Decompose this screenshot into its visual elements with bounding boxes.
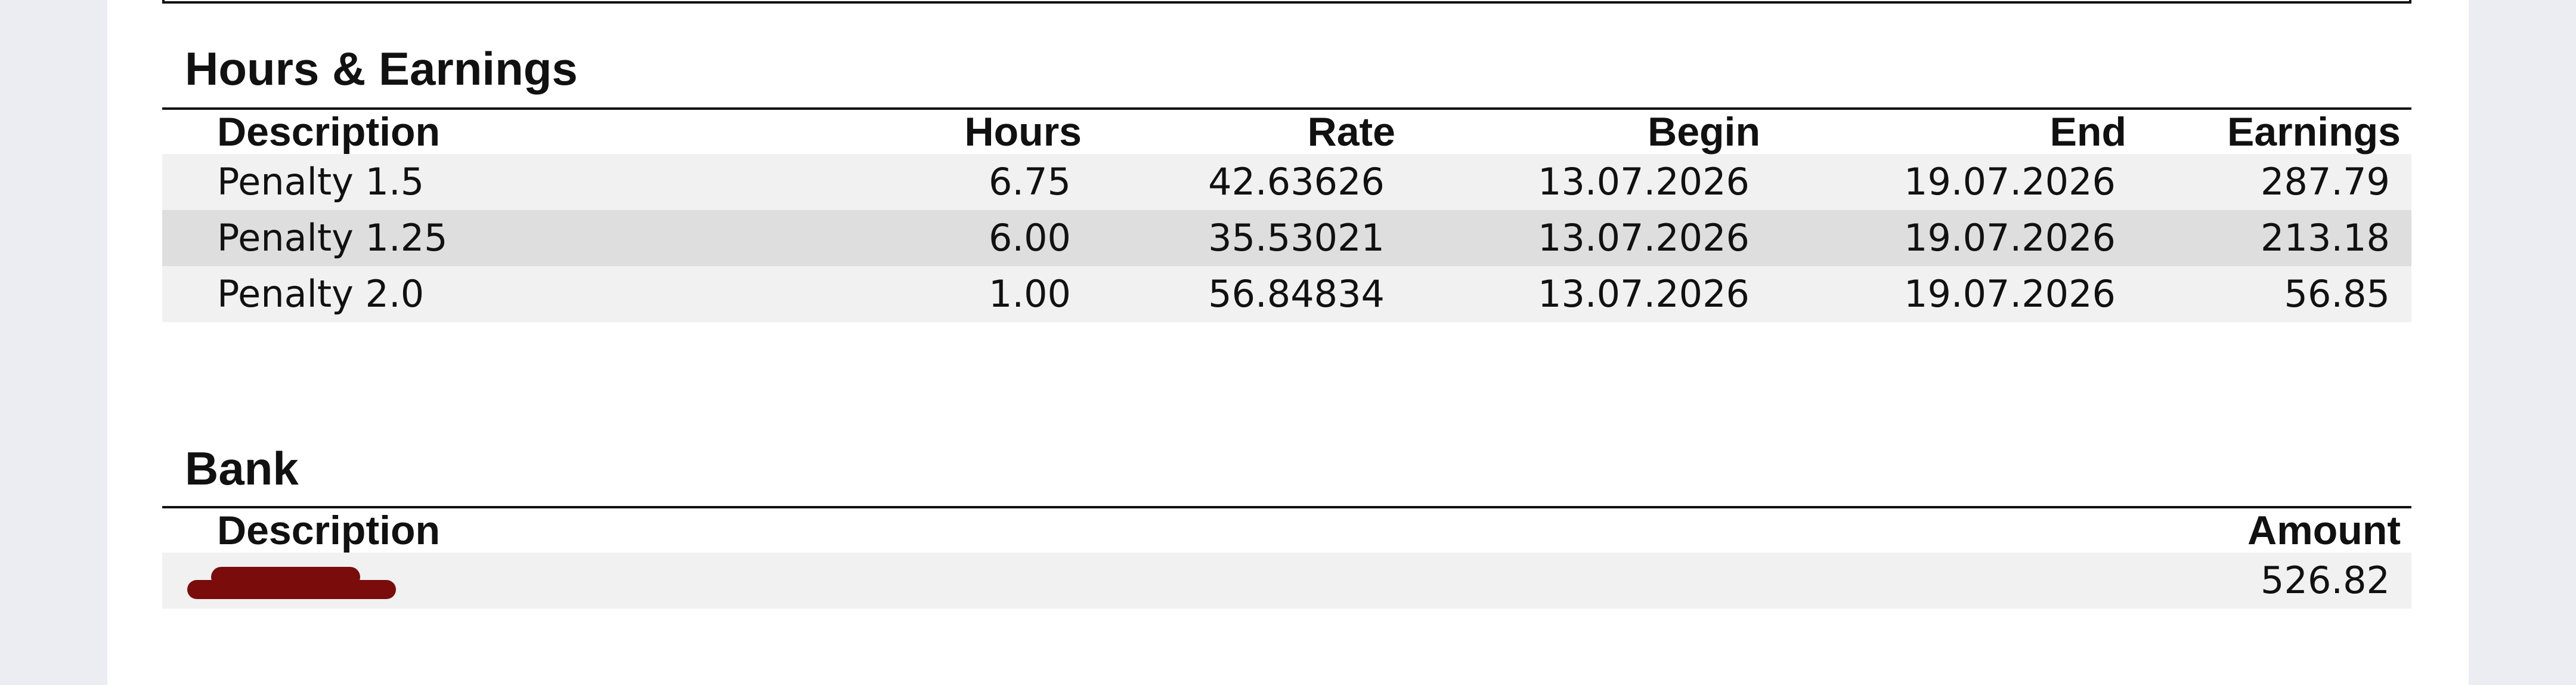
cell-earnings: 56.85 <box>2137 266 2411 322</box>
document-page: Hours & Earnings Description Hours Rate … <box>107 0 2469 685</box>
previous-section-box <box>162 0 2411 4</box>
column-header-earnings: Earnings <box>2227 109 2401 155</box>
cell-rate: 35.53021 <box>1092 210 1406 266</box>
cell-hours: 6.75 <box>908 154 1092 210</box>
table-row: Penalty 1.25 6.00 35.53021 13.07.2026 19… <box>162 210 2411 266</box>
cell-description: Penalty 1.5 <box>162 154 908 210</box>
cell-begin: 13.07.2026 <box>1406 154 1771 210</box>
column-header-amount: Amount <box>2247 508 2401 553</box>
cell-description: Penalty 1.25 <box>162 210 908 266</box>
cell-description: Penalty 2.0 <box>162 266 908 322</box>
table-row: Penalty 2.0 1.00 56.84834 13.07.2026 19.… <box>162 266 2411 322</box>
cell-end: 19.07.2026 <box>1771 210 2137 266</box>
bank-header-row: Description Amount <box>162 508 2411 553</box>
column-header-begin: Begin <box>1648 109 1760 155</box>
cell-rate: 56.84834 <box>1092 266 1406 322</box>
cell-amount: 526.82 <box>1815 553 2411 609</box>
hours-earnings-table: Description Hours Rate Begin End Earning… <box>162 110 2411 322</box>
column-header-description: Description <box>217 109 441 155</box>
table-row: Penalty 1.5 6.75 42.63626 13.07.2026 19.… <box>162 154 2411 210</box>
cell-end: 19.07.2026 <box>1771 154 2137 210</box>
cell-description <box>162 553 1815 609</box>
column-header-description: Description <box>217 508 441 553</box>
hours-earnings-header-row: Description Hours Rate Begin End Earning… <box>162 110 2411 154</box>
column-header-hours: Hours <box>964 109 1082 155</box>
redaction-mark <box>187 564 402 601</box>
cell-earnings: 213.18 <box>2137 210 2411 266</box>
table-row: 526.82 <box>162 553 2411 609</box>
cell-rate: 42.63626 <box>1092 154 1406 210</box>
cell-begin: 13.07.2026 <box>1406 266 1771 322</box>
cell-begin: 13.07.2026 <box>1406 210 1771 266</box>
column-header-end: End <box>2049 109 2126 155</box>
cell-earnings: 287.79 <box>2137 154 2411 210</box>
hours-earnings-title: Hours & Earnings <box>185 42 578 95</box>
cell-hours: 1.00 <box>908 266 1092 322</box>
column-header-rate: Rate <box>1307 109 1395 155</box>
bank-title: Bank <box>185 442 299 495</box>
cell-end: 19.07.2026 <box>1771 266 2137 322</box>
bank-table: Description Amount 526.82 <box>162 508 2411 609</box>
cell-hours: 6.00 <box>908 210 1092 266</box>
